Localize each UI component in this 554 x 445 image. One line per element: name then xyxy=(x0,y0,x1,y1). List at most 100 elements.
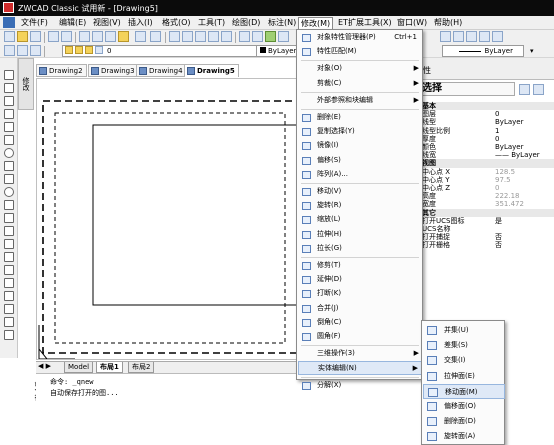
property-row[interactable]: 图层 0 xyxy=(419,110,554,118)
menu-window[interactable]: 窗口(W) xyxy=(395,17,429,29)
calculator-icon[interactable] xyxy=(278,31,289,42)
boundary-tool-icon[interactable] xyxy=(4,330,14,340)
layer-previous-icon[interactable] xyxy=(30,45,41,56)
region-tool-icon[interactable] xyxy=(4,278,14,288)
undo-icon[interactable] xyxy=(135,31,146,42)
modify-menu-item[interactable]: 剪裁(C) ▶ xyxy=(298,77,423,91)
menu-edit[interactable]: 编辑(E) xyxy=(57,17,88,29)
property-row[interactable]: 线型比例 1 xyxy=(419,127,554,135)
select-objects-icon[interactable] xyxy=(519,84,530,95)
solid-edit-item[interactable]: 拉伸面(E) xyxy=(423,369,505,384)
pan-icon[interactable] xyxy=(169,31,180,42)
design-center-icon[interactable] xyxy=(252,31,263,42)
ellipse-arc-icon[interactable] xyxy=(4,200,14,210)
tab-scroll-arrows-icon[interactable]: ◀ ▶ xyxy=(38,362,51,370)
modify-menu-item[interactable]: 倒角(C) xyxy=(298,316,423,330)
modify-menu-item[interactable]: 外部参照和块编辑 ▶ xyxy=(298,94,423,108)
property-row[interactable]: 宽度 351.472 xyxy=(419,200,554,208)
gradient-tool-icon[interactable] xyxy=(4,265,14,275)
redo-icon[interactable] xyxy=(150,31,161,42)
dim-style-icon[interactable] xyxy=(479,31,490,42)
modify-menu-item[interactable]: 修剪(T) xyxy=(298,259,423,273)
style-toolbar-icon[interactable] xyxy=(453,31,464,42)
drawing-canvas[interactable] xyxy=(36,78,300,360)
tab-layout1[interactable]: 布局1 xyxy=(96,362,123,373)
modify-menu-item[interactable]: 拉伸(H) xyxy=(298,228,423,242)
solid-edit-item[interactable]: 偏移面(O) xyxy=(423,399,505,414)
menu-file[interactable]: 文件(F) xyxy=(19,17,50,29)
property-row[interactable]: 线型 ByLayer xyxy=(419,118,554,126)
linetype-dropdown[interactable]: ByLayer xyxy=(442,45,524,57)
open-file-icon[interactable] xyxy=(17,31,28,42)
tab-drawing5[interactable]: Drawing5 xyxy=(184,64,239,77)
modify-menu-item[interactable]: 旋转(R) xyxy=(298,199,423,213)
modify-panel-tab[interactable]: 修改 xyxy=(18,58,34,110)
modify-menu-item[interactable]: 镜像(I) xyxy=(298,139,423,153)
modify-menu-item[interactable]: 打断(K) xyxy=(298,287,423,301)
menu-draw[interactable]: 绘图(D) xyxy=(230,17,262,29)
modify-menu-item[interactable]: 对象特性管理器(P) Ctrl+1 xyxy=(298,31,423,45)
modify-menu-item[interactable]: 三维操作(3) ▶ xyxy=(298,347,423,361)
layer-state-icon[interactable] xyxy=(17,45,28,56)
modify-menu-item[interactable]: 合并(J) xyxy=(298,302,423,316)
property-row[interactable]: 高度 222.18 xyxy=(419,192,554,200)
zoom-previous-icon[interactable] xyxy=(208,31,219,42)
paste-icon[interactable] xyxy=(105,31,116,42)
save-icon[interactable] xyxy=(30,31,41,42)
menu-format[interactable]: 格式(O) xyxy=(160,17,193,29)
menu-help[interactable]: 帮助(H) xyxy=(432,17,464,29)
point-tool-icon[interactable] xyxy=(4,239,14,249)
modify-menu-item[interactable]: 分解(X) xyxy=(298,379,423,393)
solid-edit-item[interactable]: 移动面(M) xyxy=(423,383,505,399)
wipeout-tool-icon[interactable] xyxy=(4,317,14,327)
document-menu-icon[interactable] xyxy=(3,17,15,28)
solid-edit-item[interactable]: 交集(I) xyxy=(423,353,505,368)
menu-tools[interactable]: 工具(T) xyxy=(196,17,227,29)
text-style-icon[interactable] xyxy=(466,31,477,42)
zoom-window-icon[interactable] xyxy=(195,31,206,42)
properties-toolbar-icon[interactable] xyxy=(239,31,250,42)
line-tool-icon[interactable] xyxy=(4,70,14,80)
spline-tool-icon[interactable] xyxy=(4,174,14,184)
modify-menu-item[interactable]: 偏移(S) xyxy=(298,154,423,168)
solid-edit-item[interactable]: 差集(S) xyxy=(423,338,505,353)
solid-edit-item[interactable]: 并集(U) xyxy=(423,323,505,338)
modify-menu-item[interactable]: 阵列(A)... xyxy=(298,168,423,182)
ellipse-tool-icon[interactable] xyxy=(4,187,14,197)
property-section[interactable]: 其它 xyxy=(419,208,554,217)
modify-menu-item[interactable]: 复制选择(Y) xyxy=(298,125,423,139)
match-brush-icon[interactable] xyxy=(118,31,129,42)
revision-cloud-icon[interactable] xyxy=(4,161,14,171)
tab-model[interactable]: Model xyxy=(64,362,94,373)
make-block-icon[interactable] xyxy=(4,226,14,236)
menu-view[interactable]: 视图(V) xyxy=(91,17,123,29)
rectangle-tool-icon[interactable] xyxy=(4,122,14,132)
property-row[interactable]: 打开UCS图标 是 xyxy=(419,217,554,225)
property-section[interactable]: 基本 xyxy=(419,102,554,111)
table-style-icon[interactable] xyxy=(492,31,503,42)
modify-menu-item[interactable]: 延伸(D) xyxy=(298,273,423,287)
tab-drawing4[interactable]: Drawing4 xyxy=(136,64,187,77)
property-row[interactable]: 中心点 X 128.5 xyxy=(419,168,554,176)
property-row[interactable]: 线宽 —— ByLayer xyxy=(419,151,554,159)
modify-menu-item[interactable]: 圆角(F) xyxy=(298,330,423,344)
layer-manager-icon[interactable] xyxy=(4,45,15,56)
print-preview-icon[interactable] xyxy=(61,31,72,42)
property-row[interactable]: 中心点 Y 97.5 xyxy=(419,176,554,184)
construction-line-icon[interactable] xyxy=(4,83,14,93)
solid-edit-item[interactable]: 删除面(D) xyxy=(423,414,505,429)
table-tool-icon[interactable] xyxy=(4,291,14,301)
polyline-tool-icon[interactable] xyxy=(4,96,14,106)
property-row[interactable]: UCS名称 xyxy=(419,225,554,233)
print-icon[interactable] xyxy=(48,31,59,42)
layer-dropdown[interactable]: 0 xyxy=(62,45,262,57)
property-section[interactable]: 视图 xyxy=(419,159,554,168)
zoom-extents-icon[interactable] xyxy=(221,31,232,42)
new-file-icon[interactable] xyxy=(4,31,15,42)
color-dropdown[interactable]: ByLayer xyxy=(256,45,300,57)
linetype-dropdown-arrow-icon[interactable]: ▾ xyxy=(530,47,534,55)
property-row[interactable]: 中心点 Z 0 xyxy=(419,184,554,192)
selection-dropdown[interactable]: 选择 xyxy=(419,82,515,96)
property-row[interactable]: 颜色 ByLayer xyxy=(419,143,554,151)
tab-drawing3[interactable]: Drawing3 xyxy=(88,64,139,77)
